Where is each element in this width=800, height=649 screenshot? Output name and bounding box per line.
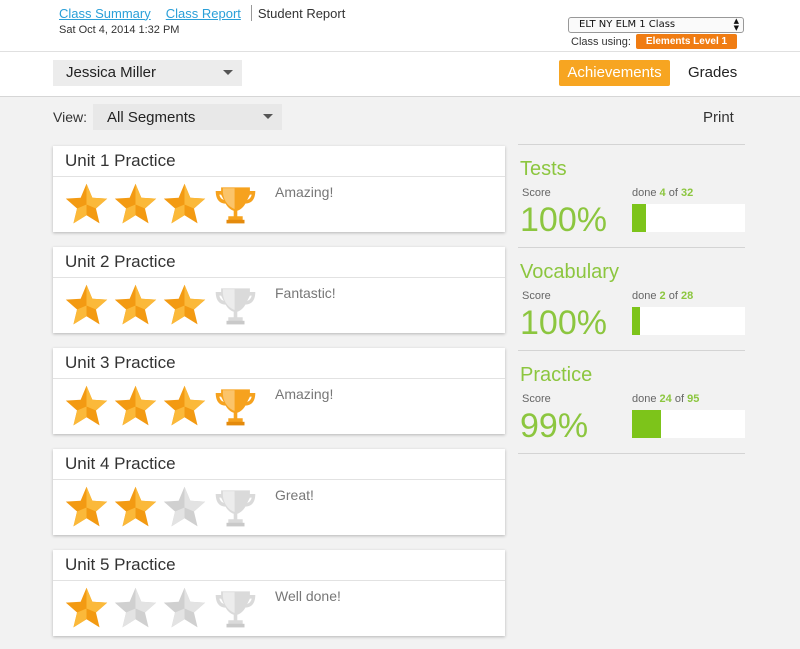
- star-filled-icon: [113, 384, 158, 429]
- star-filled-icon: [64, 182, 109, 227]
- trophy-gray-icon: [213, 485, 258, 530]
- class-using-label: Class using:: [571, 35, 631, 48]
- star-filled-icon: [162, 384, 207, 429]
- praise-text: Well done!: [275, 588, 341, 604]
- stat-title: Vocabulary: [520, 261, 619, 283]
- praise-text: Great!: [275, 487, 314, 503]
- tab-grades[interactable]: Grades: [688, 60, 737, 86]
- unit-title: Unit 1 Practice: [53, 146, 505, 177]
- stat-practice: Practice Score 99% done 24 of 95: [518, 350, 745, 453]
- breadcrumb: Class Summary Class Report Student Repor…: [59, 5, 345, 21]
- progress-bar-fill: [632, 410, 661, 438]
- score-label: Score: [522, 393, 551, 405]
- class-report-link[interactable]: Class Report: [166, 6, 241, 21]
- star-rating: [64, 586, 258, 631]
- stat-tests: Tests Score 100% done 4 of 32: [518, 144, 745, 247]
- done-of: of: [674, 393, 685, 405]
- breadcrumb-current: Student Report: [257, 5, 346, 21]
- done-prefix: done: [632, 393, 657, 405]
- class-select[interactable]: ELT NY ELM 1 Class ▲ ▼: [568, 17, 744, 33]
- progress-bar: [632, 307, 745, 335]
- trophy-gray-icon: [213, 283, 258, 328]
- caret-down-icon: [263, 114, 273, 119]
- trophy-gold-icon: [213, 182, 258, 227]
- progress-bar: [632, 410, 745, 438]
- star-rating: [64, 182, 258, 227]
- done-total: 95: [687, 393, 700, 405]
- done-total: 28: [680, 290, 694, 302]
- praise-text: Amazing!: [275, 184, 334, 200]
- star-filled-icon: [162, 283, 207, 328]
- stats-divider: [518, 453, 745, 454]
- stat-title: Practice: [520, 364, 593, 386]
- star-empty-icon: [162, 586, 207, 631]
- star-filled-icon: [64, 283, 109, 328]
- star-empty-icon: [113, 586, 158, 631]
- unit-card[interactable]: Unit 1 Practice Amazing!: [53, 146, 505, 232]
- trophy-gray-icon: [213, 586, 258, 631]
- unit-title: Unit 3 Practice: [53, 348, 505, 379]
- done-prefix: done: [632, 290, 657, 302]
- class-using: Class using: Elements Level 1: [571, 34, 738, 49]
- done-count: 24: [659, 393, 672, 405]
- stat-vocabulary: Vocabulary Score 100% done 2 of 28: [518, 247, 745, 350]
- progress-bar-fill: [632, 204, 647, 232]
- unit-card[interactable]: Unit 3 Practice Amazing!: [53, 348, 505, 434]
- score-value: 99%: [520, 407, 589, 445]
- score-label: Score: [522, 187, 551, 199]
- done-count: 4: [659, 187, 666, 199]
- done-label: done 24 of 95: [632, 393, 699, 405]
- done-prefix: done: [632, 187, 657, 199]
- done-of: of: [668, 187, 678, 199]
- select-arrows-icon: ▲ ▼: [733, 17, 739, 32]
- stat-title: Tests: [520, 158, 567, 180]
- tab-achievements[interactable]: Achievements: [559, 60, 670, 86]
- progress-bar: [632, 204, 745, 232]
- student-toolbar: Jessica Miller Achievements Grades: [0, 52, 800, 97]
- star-filled-icon: [64, 485, 109, 530]
- class-summary-link[interactable]: Class Summary: [59, 6, 151, 21]
- segment-dropdown[interactable]: All Segments: [93, 104, 282, 130]
- progress-bar-fill: [632, 307, 641, 335]
- star-rating: [64, 283, 258, 328]
- report-timestamp: Sat Oct 4, 2014 1:32 PM: [59, 24, 180, 36]
- unit-title: Unit 5 Practice: [53, 550, 505, 581]
- praise-text: Amazing!: [275, 386, 334, 402]
- star-filled-icon: [113, 182, 158, 227]
- score-label: Score: [522, 290, 551, 302]
- done-label: done 4 of 32: [632, 187, 693, 199]
- praise-text: Fantastic!: [275, 285, 336, 301]
- star-filled-icon: [64, 586, 109, 631]
- done-of: of: [668, 290, 678, 302]
- star-filled-icon: [113, 485, 158, 530]
- star-filled-icon: [113, 283, 158, 328]
- breadcrumb-divider: [250, 5, 252, 21]
- score-value: 100%: [520, 201, 607, 239]
- star-filled-icon: [64, 384, 109, 429]
- star-filled-icon: [162, 182, 207, 227]
- unit-title: Unit 2 Practice: [53, 247, 505, 278]
- unit-title: Unit 4 Practice: [53, 449, 505, 480]
- unit-card[interactable]: Unit 2 Practice Fantastic!: [53, 247, 505, 333]
- print-button[interactable]: Print: [703, 109, 734, 126]
- class-level-badge: Elements Level 1: [635, 34, 738, 49]
- done-total: 32: [680, 187, 694, 199]
- unit-card[interactable]: Unit 5 Practice Well done!: [53, 550, 505, 636]
- star-rating: [64, 384, 258, 429]
- top-header: Class Summary Class Report Student Repor…: [0, 0, 800, 52]
- done-label: done 2 of 28: [632, 290, 693, 302]
- student-dropdown-value: Jessica Miller: [66, 64, 157, 81]
- view-label: View:: [53, 109, 87, 125]
- class-select-value: ELT NY ELM 1 Class: [579, 19, 676, 30]
- trophy-gold-icon: [213, 384, 258, 429]
- caret-down-icon: [223, 70, 233, 75]
- done-count: 2: [659, 290, 666, 302]
- score-value: 100%: [520, 304, 607, 342]
- star-rating: [64, 485, 258, 530]
- unit-card[interactable]: Unit 4 Practice Great!: [53, 449, 505, 535]
- student-dropdown[interactable]: Jessica Miller: [53, 60, 242, 86]
- star-empty-icon: [162, 485, 207, 530]
- segment-dropdown-value: All Segments: [107, 109, 196, 126]
